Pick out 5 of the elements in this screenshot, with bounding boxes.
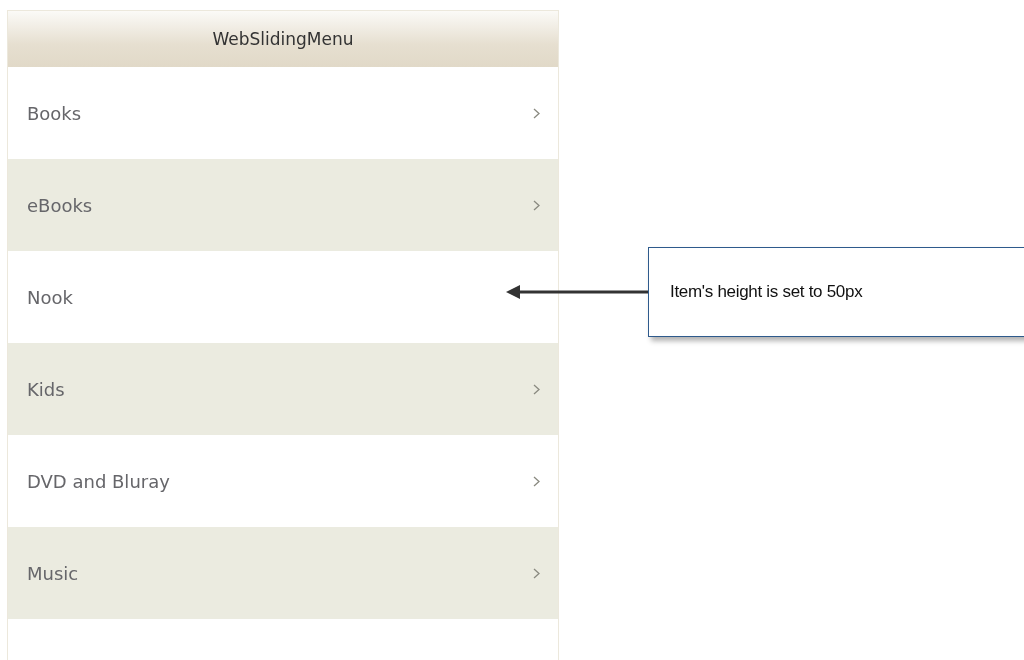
menu-item[interactable]: eBooks: [8, 159, 558, 251]
menu-item[interactable]: Music: [8, 527, 558, 619]
callout-note: Item's height is set to 50px: [648, 247, 1024, 337]
menu-title: WebSlidingMenu: [8, 11, 558, 67]
menu-item[interactable]: Kids: [8, 343, 558, 435]
